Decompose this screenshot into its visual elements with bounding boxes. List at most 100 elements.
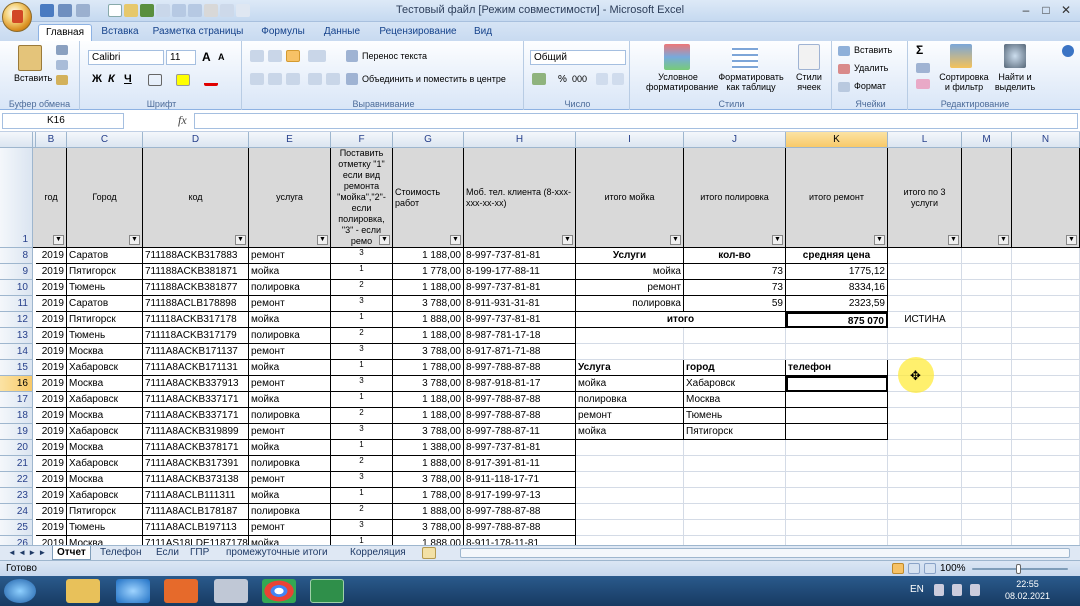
empty-cell[interactable] bbox=[888, 456, 962, 472]
empty-cell[interactable] bbox=[684, 504, 786, 520]
summary-count[interactable]: 59 bbox=[684, 296, 786, 312]
cell-e[interactable]: ремонт bbox=[249, 248, 331, 264]
cell-styles-button[interactable]: Стили ячеек bbox=[790, 72, 828, 92]
cell-b[interactable]: 2019 bbox=[36, 360, 67, 376]
internet-explorer-icon[interactable] bbox=[116, 579, 150, 603]
empty-cell[interactable] bbox=[684, 488, 786, 504]
cell-f[interactable]: 3 bbox=[331, 520, 393, 536]
formula-input[interactable] bbox=[194, 113, 1078, 129]
cell-e[interactable]: ремонт bbox=[249, 296, 331, 312]
cell-b[interactable]: 2019 bbox=[36, 248, 67, 264]
cell-h[interactable]: 8-997-788-87-88 bbox=[464, 408, 576, 424]
empty-cell[interactable] bbox=[576, 504, 684, 520]
underline-button[interactable]: Ч bbox=[124, 73, 132, 85]
insert-function-button[interactable]: fx bbox=[128, 113, 190, 129]
sheet-tab-if[interactable]: Если bbox=[152, 546, 183, 560]
cell-f[interactable]: 2 bbox=[331, 280, 393, 296]
empty-cell[interactable] bbox=[1012, 440, 1080, 456]
row-header[interactable]: 8 bbox=[0, 248, 33, 264]
tab-formulas[interactable]: Формулы bbox=[252, 24, 314, 41]
align-top-icon[interactable] bbox=[250, 50, 264, 62]
empty-cell[interactable] bbox=[786, 440, 888, 456]
cell-c[interactable]: Пятигорск bbox=[67, 312, 143, 328]
cell-b[interactable]: 2019 bbox=[36, 520, 67, 536]
shrink-font-button[interactable]: A bbox=[218, 52, 225, 62]
help-icon[interactable] bbox=[1062, 45, 1074, 57]
empty-cell[interactable] bbox=[888, 328, 962, 344]
empty-cell[interactable] bbox=[684, 344, 786, 360]
empty-cell[interactable] bbox=[576, 488, 684, 504]
column-header-c[interactable]: C bbox=[67, 132, 143, 148]
cell-c[interactable]: Пятигорск bbox=[67, 264, 143, 280]
empty-cell[interactable] bbox=[962, 328, 1012, 344]
office-button[interactable] bbox=[2, 2, 32, 32]
row-header[interactable]: 18 bbox=[0, 408, 33, 424]
empty-cell[interactable] bbox=[576, 344, 684, 360]
column-header-h[interactable]: H bbox=[464, 132, 576, 148]
row-header[interactable]: 17 bbox=[0, 392, 33, 408]
cell-d[interactable]: 711118ACKB317179 bbox=[143, 328, 249, 344]
sheet-tab-correlation[interactable]: Корреляция bbox=[346, 546, 410, 560]
summary-service[interactable]: ремонт bbox=[576, 280, 684, 296]
close-button[interactable]: ✕ bbox=[1058, 3, 1074, 17]
empty-cell[interactable] bbox=[888, 392, 962, 408]
cell-h[interactable]: 8-911-178-11-81 bbox=[464, 536, 576, 545]
empty-cell[interactable] bbox=[888, 264, 962, 280]
cell-c[interactable]: Москва bbox=[67, 472, 143, 488]
sort-filter-button[interactable]: Сортировка и фильтр bbox=[936, 72, 992, 92]
cell-f[interactable]: 1 bbox=[331, 488, 393, 504]
empty-cell[interactable] bbox=[576, 472, 684, 488]
filter-dropdown-icon[interactable]: ▼ bbox=[379, 235, 390, 245]
format-as-table-button[interactable]: Форматировать как таблицу bbox=[718, 72, 784, 92]
cell-b[interactable]: 2019 bbox=[36, 472, 67, 488]
fill-icon[interactable] bbox=[916, 63, 930, 73]
tab-view[interactable]: Вид bbox=[468, 24, 498, 41]
tray-icon[interactable] bbox=[934, 584, 944, 596]
empty-cell[interactable] bbox=[1012, 424, 1080, 440]
empty-cell[interactable] bbox=[888, 408, 962, 424]
explorer-icon[interactable] bbox=[66, 579, 100, 603]
cell-g[interactable]: 1 188,00 bbox=[393, 392, 464, 408]
filter-dropdown-icon[interactable]: ▼ bbox=[53, 235, 64, 245]
cell-e[interactable]: ремонт bbox=[249, 472, 331, 488]
empty-cell[interactable] bbox=[684, 472, 786, 488]
summary-header-avg-price[interactable]: средняя цена bbox=[786, 248, 888, 264]
filter-dropdown-icon[interactable]: ▼ bbox=[450, 235, 461, 245]
lookup-header-city[interactable]: город bbox=[684, 360, 786, 376]
align-center-icon[interactable] bbox=[268, 73, 282, 85]
cell-d[interactable]: 7111A8ACKB337171 bbox=[143, 392, 249, 408]
cell-b[interactable]: 2019 bbox=[36, 328, 67, 344]
empty-cell[interactable] bbox=[786, 328, 888, 344]
cell-b[interactable]: 2019 bbox=[36, 264, 67, 280]
empty-cell[interactable] bbox=[1012, 328, 1080, 344]
align-left-icon[interactable] bbox=[250, 73, 264, 85]
font-size-select[interactable]: 11 bbox=[166, 50, 196, 65]
row-header[interactable]: 22 bbox=[0, 472, 33, 488]
cell-b[interactable]: 2019 bbox=[36, 392, 67, 408]
cell-b[interactable]: 2019 bbox=[36, 440, 67, 456]
cell-d[interactable]: 7111A8ACLB178187 bbox=[143, 504, 249, 520]
clock[interactable]: 22:55 08.02.2021 bbox=[1005, 578, 1050, 602]
paste-button[interactable]: Вставить bbox=[14, 73, 52, 83]
filter-dropdown-icon[interactable]: ▼ bbox=[772, 235, 783, 245]
cell-h[interactable]: 8-911-118-17-71 bbox=[464, 472, 576, 488]
cell-f[interactable]: 1 bbox=[331, 360, 393, 376]
cell-b[interactable]: 2019 bbox=[36, 456, 67, 472]
empty-cell[interactable] bbox=[1012, 296, 1080, 312]
percent-button[interactable]: % bbox=[558, 74, 567, 85]
empty-cell[interactable] bbox=[888, 488, 962, 504]
row-header[interactable]: 24 bbox=[0, 504, 33, 520]
header-cell-n[interactable] bbox=[1012, 148, 1080, 248]
cell-e[interactable]: мойка bbox=[249, 536, 331, 545]
lookup-phone[interactable] bbox=[786, 424, 888, 440]
empty-cell[interactable] bbox=[684, 440, 786, 456]
format-cells-button[interactable]: Формат bbox=[854, 81, 886, 91]
cell-e[interactable]: полировка bbox=[249, 456, 331, 472]
cell-e[interactable]: ремонт bbox=[249, 520, 331, 536]
bold-button[interactable]: Ж bbox=[92, 73, 102, 85]
cell-c[interactable]: Тюмень bbox=[67, 520, 143, 536]
cell-b[interactable]: 2019 bbox=[36, 296, 67, 312]
maximize-button[interactable]: □ bbox=[1038, 3, 1054, 17]
row-header[interactable]: 1 bbox=[0, 148, 33, 248]
cell-d[interactable]: 7111A8ACKB337171 bbox=[143, 408, 249, 424]
